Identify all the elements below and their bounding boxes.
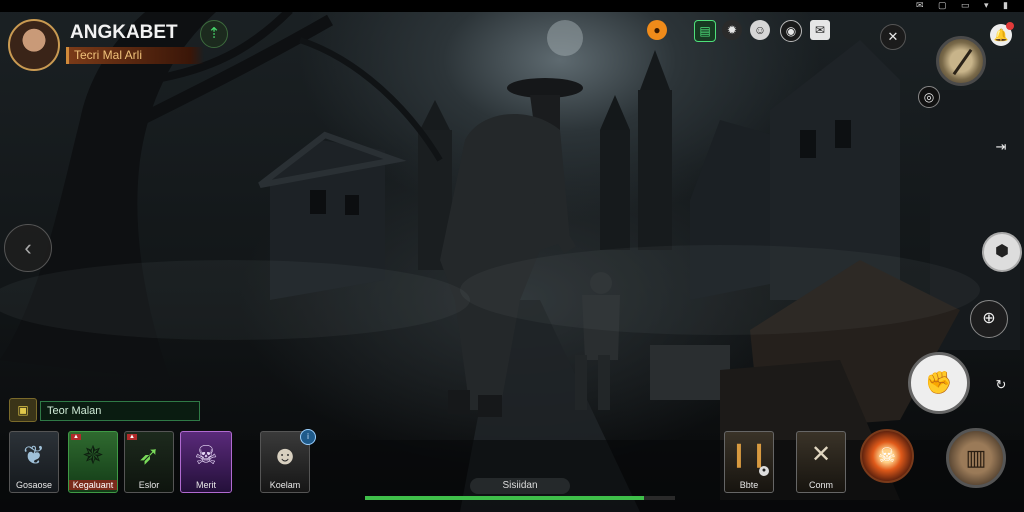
close-icon[interactable]: ✕	[880, 24, 906, 50]
skull-mask-icon: ☠	[194, 440, 218, 470]
coin-icon[interactable]: ●	[647, 20, 667, 40]
mail-icon[interactable]: ✉	[810, 20, 830, 40]
skill-label: Merit	[196, 480, 216, 490]
experience-bar-fill	[365, 496, 644, 500]
item-slot-tools[interactable]: ✕ Conm	[796, 431, 846, 493]
item-label: Bbte	[739, 480, 759, 490]
info-icon[interactable]: i	[300, 429, 316, 445]
experience-bar	[365, 496, 675, 500]
skill-label: Eslor	[138, 480, 160, 490]
item-label: Conm	[808, 480, 833, 490]
crossed-tools-icon: ✕	[810, 441, 832, 468]
skill-label: Koelam	[269, 480, 301, 490]
beast-icon: ✵	[82, 440, 104, 470]
chat-icon[interactable]: ▤	[694, 20, 716, 42]
target-icon[interactable]: ◎	[918, 86, 940, 108]
system-status-bar: ✉ ▢ ▭ ▾ ▮	[0, 0, 1024, 12]
settings-icon[interactable]: ✹	[722, 20, 742, 40]
record-icon[interactable]: ◉	[780, 20, 802, 42]
player-title: Tecri Mal Arli	[66, 47, 204, 64]
notification-icon[interactable]: 🔔	[990, 22, 1014, 46]
backpack-button[interactable]: ▥	[946, 428, 1006, 488]
skill-slot-3[interactable]: ▲ ➶ Eslor	[124, 431, 174, 493]
skill-slot-2[interactable]: ▲ ✵ Kegaluant	[68, 431, 118, 493]
skill-label: Kegaluant	[69, 480, 117, 490]
run-icon[interactable]: ⇡	[200, 20, 228, 48]
player-avatar[interactable]	[8, 19, 60, 71]
zone-label: Sisiidan	[470, 478, 570, 494]
exit-icon[interactable]: ⇥	[990, 136, 1012, 158]
system-status-icons: ✉ ▢ ▭ ▾ ▮	[915, 0, 1014, 10]
reload-icon[interactable]: ↻	[990, 374, 1012, 396]
item-slot-ammo[interactable]: ❙❙ ● Bbte	[724, 431, 774, 493]
feather-icon: ❦	[23, 440, 45, 470]
shield-icon[interactable]: ⬢	[982, 232, 1022, 272]
skill-slot-1[interactable]: ❦ Gosaose	[9, 431, 59, 493]
notification-dot	[1006, 22, 1014, 30]
compass-needle	[952, 48, 973, 76]
minimap[interactable]	[936, 36, 986, 86]
tag-badge-icon: ▣	[9, 398, 37, 422]
crosshair-icon[interactable]: ⊕	[970, 300, 1008, 338]
back-arrow-icon[interactable]: ‹	[4, 224, 52, 272]
friend-avatar-icon[interactable]: ☺	[750, 20, 770, 40]
item-count-icon: ●	[759, 466, 769, 476]
skill-label: Gosaose	[15, 480, 53, 490]
attack-button[interactable]: ✊	[908, 352, 970, 414]
player-name: ANGKABET	[70, 22, 178, 43]
target-name-label: Teor Malan	[40, 401, 200, 421]
skill-slot-4[interactable]: ☠ Merit	[180, 431, 232, 493]
arrows-icon: ➶	[138, 440, 160, 470]
skull-grenade-button[interactable]: ☠	[860, 429, 914, 483]
